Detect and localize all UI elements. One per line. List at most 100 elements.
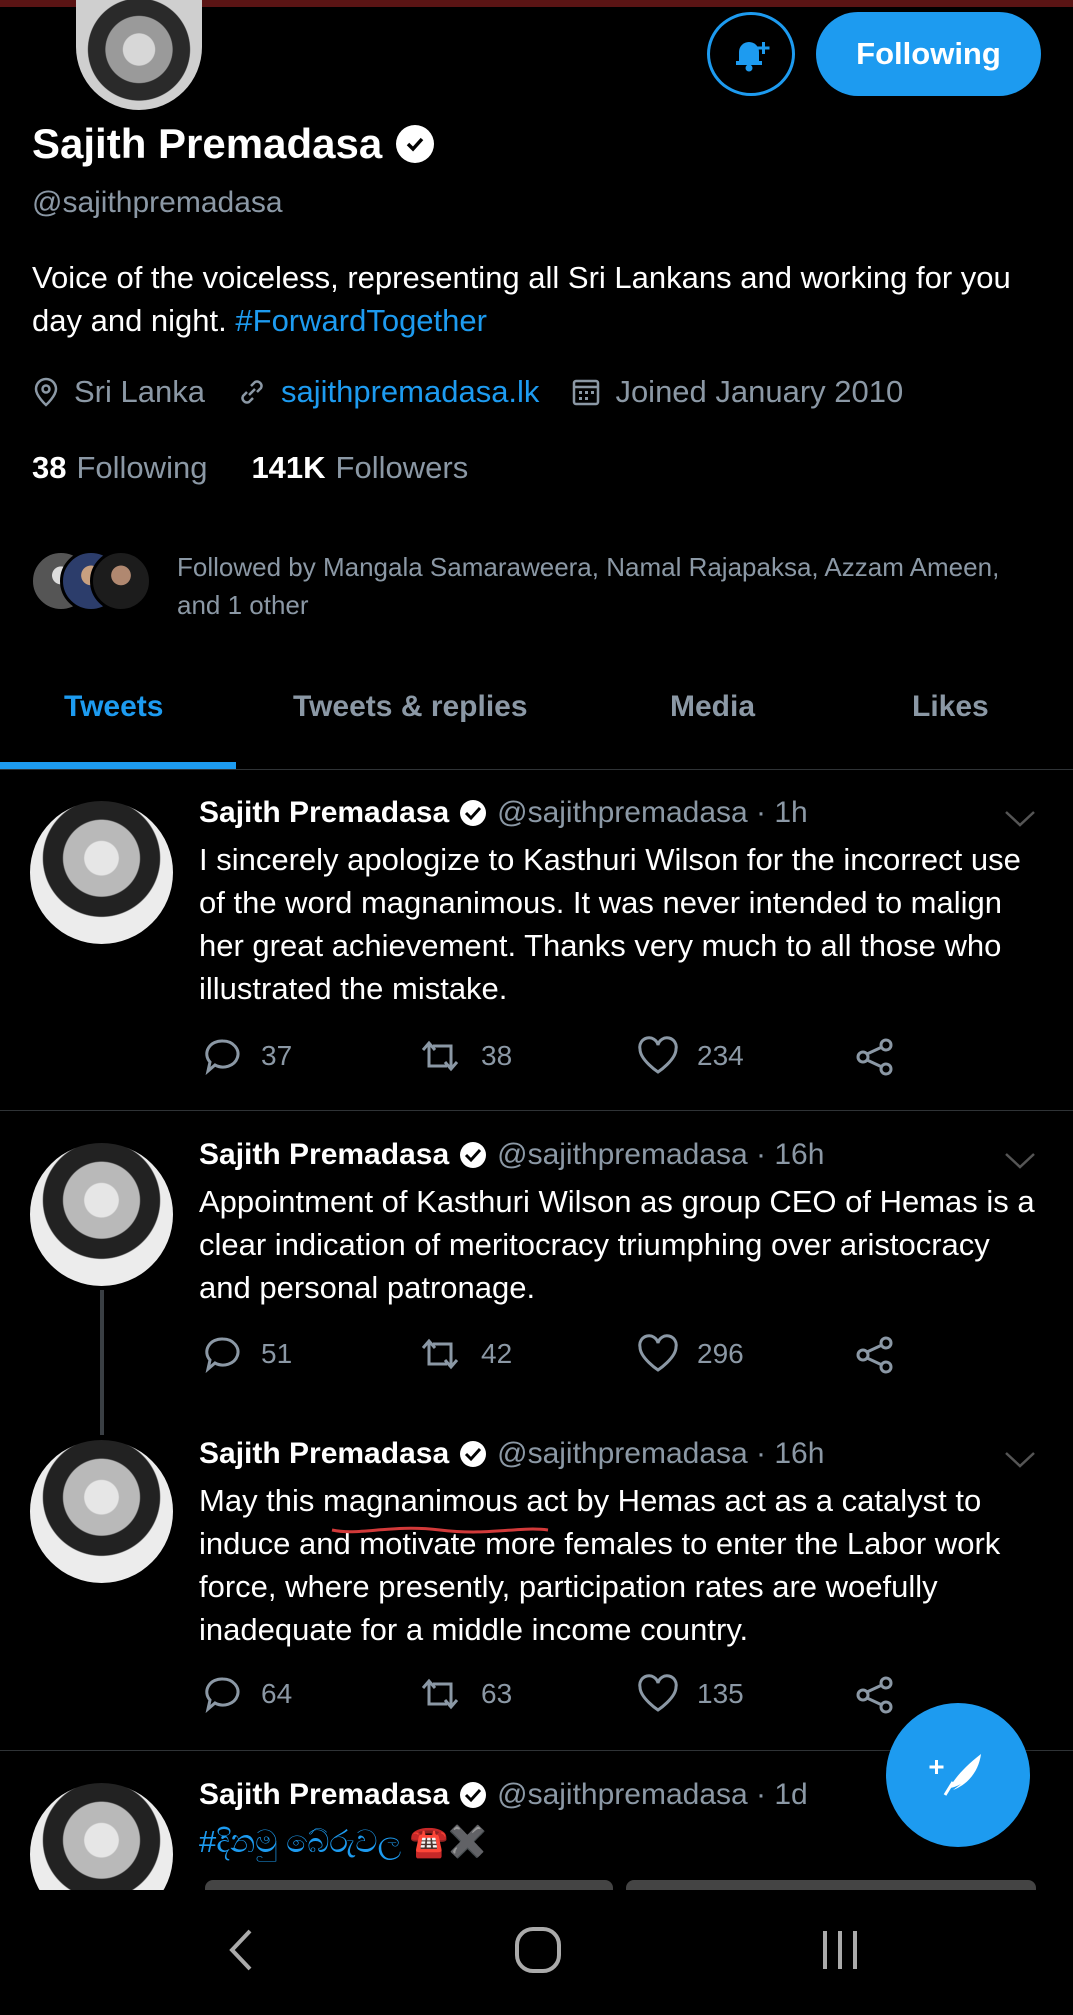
share-icon [856, 1676, 893, 1714]
reply-button[interactable]: 64 [203, 1674, 292, 1714]
bell-plus-icon [736, 42, 770, 72]
location-pin-icon [34, 377, 58, 407]
tweet-meta: @sajithpremadasa · 16h [497, 1138, 825, 1171]
tweet-actions: 51 42 296 [199, 1334, 919, 1384]
tweet-header: Sajith Premadasa @sajithpremadasa · 16h [199, 1138, 824, 1172]
followers-label: Followers [335, 450, 469, 485]
reply-icon [205, 1677, 240, 1714]
verified-badge-icon [460, 1782, 487, 1808]
tab-tweets-replies[interactable]: Tweets & replies [293, 690, 528, 724]
retweet-button[interactable]: 42 [417, 1334, 512, 1374]
tweet-header: Sajith Premadasa @sajithpremadasa · 1h [199, 796, 808, 830]
tweet-media-preview[interactable] [626, 1880, 1036, 1890]
profile-name: Sajith Premadasa [32, 120, 383, 167]
tweet-media-preview[interactable] [205, 1880, 613, 1890]
system-navigation-bar [0, 1890, 1073, 2015]
followers-count-link[interactable]: 141K Followers [251, 450, 468, 486]
tweet-avatar[interactable] [30, 801, 173, 944]
back-icon[interactable] [220, 1925, 260, 1975]
retweet-icon [421, 1678, 459, 1710]
share-button[interactable] [854, 1334, 896, 1376]
profile-website-link[interactable]: sajithpremadasa.lk [281, 374, 539, 410]
recent-apps-icon[interactable] [815, 1925, 865, 1975]
red-squiggle-underline [331, 1526, 549, 1534]
reply-button[interactable]: 37 [203, 1036, 292, 1076]
tweet-actions: 37 38 234 [199, 1036, 919, 1086]
reply-icon [205, 1039, 240, 1076]
reply-count: 64 [261, 1678, 293, 1709]
bio-hashtag-link[interactable]: #ForwardTogether [235, 303, 487, 338]
link-icon [241, 380, 263, 404]
like-count: 135 [697, 1678, 744, 1709]
active-tab-indicator [0, 762, 236, 769]
tweet-avatar[interactable] [30, 1143, 173, 1286]
share-button[interactable] [854, 1036, 896, 1078]
retweet-count: 42 [481, 1338, 513, 1369]
heart-icon [638, 1036, 678, 1074]
followed-by-text[interactable]: Followed by Mangala Samaraweera, Namal R… [177, 548, 1027, 624]
following-button[interactable]: Following [816, 12, 1041, 96]
tweet-meta: @sajithpremadasa · 1h [497, 796, 808, 829]
profile-avatar[interactable] [76, 0, 202, 110]
verified-badge-icon [460, 1142, 487, 1168]
reply-icon [205, 1337, 240, 1374]
tweet-author-name: Sajith Premadasa [199, 1437, 450, 1470]
chevron-down-icon[interactable] [1000, 1140, 1040, 1180]
reply-count: 51 [261, 1338, 293, 1369]
retweet-icon [421, 1338, 459, 1370]
retweet-button[interactable]: 63 [417, 1674, 512, 1714]
chevron-down-icon[interactable] [1000, 798, 1040, 838]
tweet-text: Appointment of Kasthuri Wilson as group … [199, 1184, 1035, 1305]
tab-tweets[interactable]: Tweets [64, 690, 163, 724]
tweet-text: I sincerely apologize to Kasthuri Wilson… [199, 842, 1021, 1006]
like-button[interactable]: 234 [637, 1036, 744, 1076]
calendar-icon [573, 379, 600, 406]
reply-count: 37 [261, 1040, 293, 1071]
tweet-author-name: Sajith Premadasa [199, 1778, 450, 1811]
tab-media[interactable]: Media [670, 690, 755, 724]
bio-text: Voice of the voiceless, representing all… [32, 260, 1011, 338]
reply-button[interactable]: 51 [203, 1334, 292, 1374]
heart-icon [638, 1334, 678, 1372]
following-count: 38 [32, 450, 67, 485]
verified-badge-icon [460, 1441, 487, 1467]
chevron-down-icon[interactable] [1000, 1439, 1040, 1479]
follower-avatar [90, 550, 152, 612]
retweet-button[interactable]: 38 [417, 1036, 512, 1076]
compose-tweet-button[interactable] [886, 1703, 1030, 1847]
home-icon[interactable] [513, 1925, 563, 1975]
retweet-count: 38 [481, 1040, 513, 1071]
profile-handle: @sajithpremadasa [32, 186, 283, 219]
notifications-toggle-button[interactable] [707, 12, 795, 96]
following-count-link[interactable]: 38 Following [32, 450, 207, 486]
profile-name-row: Sajith Premadasa [32, 120, 435, 168]
share-icon [856, 1336, 893, 1374]
following-label: Following [76, 450, 208, 485]
profile-meta: Sri Lanka sajithpremadasa.lk Joined Janu… [32, 374, 903, 410]
profile-bio: Voice of the voiceless, representing all… [32, 256, 1042, 342]
tweet-meta: @sajithpremadasa · 16h [497, 1437, 825, 1470]
share-button[interactable] [854, 1674, 896, 1716]
like-button[interactable]: 296 [637, 1334, 744, 1374]
followed-by-avatars[interactable] [30, 550, 160, 616]
tweet-avatar[interactable] [30, 1440, 173, 1583]
profile-location: Sri Lanka [74, 374, 205, 409]
retweet-icon [421, 1040, 459, 1072]
tweet-text: May this magnanimous act by Hemas act as… [199, 1483, 1001, 1647]
compose-feather-icon [929, 1754, 981, 1796]
like-button[interactable]: 135 [637, 1674, 744, 1714]
like-count: 296 [697, 1338, 744, 1369]
tweet-author-name: Sajith Premadasa [199, 796, 450, 829]
profile-counts: 38 Following 141K Followers [32, 450, 468, 486]
thread-connector-line [100, 1290, 104, 1435]
tweet-meta: @sajithpremadasa · 1d [497, 1778, 808, 1811]
tweet-divider [0, 1110, 1073, 1111]
tweet-header: Sajith Premadasa @sajithpremadasa · 1d [199, 1778, 808, 1812]
profile-tabs: Tweets Tweets & replies Media Likes [0, 670, 1073, 770]
tweet-author-name: Sajith Premadasa [199, 1138, 450, 1171]
tab-likes[interactable]: Likes [912, 690, 989, 724]
verified-badge-icon [460, 800, 487, 826]
profile-joined-date: Joined January 2010 [615, 374, 904, 409]
heart-icon [638, 1674, 678, 1712]
like-count: 234 [697, 1040, 744, 1071]
